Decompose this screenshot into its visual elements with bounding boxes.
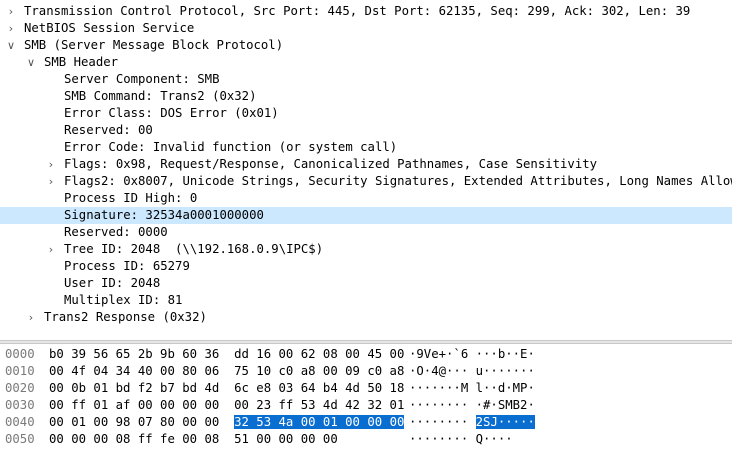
byte-offset: 0010 [5,364,35,378]
chevron-right-icon[interactable]: › [25,309,37,326]
ascii-bytes[interactable]: ·······M l··d·MP· [409,380,535,397]
hex-bytes-unselected[interactable]: 00 01 00 98 07 80 00 00 [49,415,234,429]
tree-row-reserved-2[interactable]: Reserved: 0000 [0,224,732,241]
tree-row-label: Reserved: 00 [64,123,153,137]
tree-row-label: Transmission Control Protocol, Src Port:… [24,4,691,18]
ascii-bytes-selected[interactable]: 2SJ····· [475,415,535,429]
tree-row-label: Trans2 Response (0x32) [44,310,207,324]
packet-bytes-pane[interactable]: 0000 b0 39 56 65 2b 9b 60 36 dd 16 00 62 … [0,346,732,453]
tree-row-tree-id[interactable]: › Tree ID: 2048 (\\192.168.0.9\IPC$) [0,241,732,258]
tree-row-smb-header[interactable]: ∨ SMB Header [0,54,732,71]
tree-row-label: Process ID: 65279 [64,259,190,273]
ascii-bytes[interactable]: ········ ·#·SMB2· [409,397,535,414]
tree-row-trans2-response[interactable]: › Trans2 Response (0x32) [0,309,732,326]
ascii-bytes[interactable]: ········ Q···· [409,431,513,448]
chevron-right-icon[interactable]: › [5,3,17,20]
tree-row-error-class[interactable]: Error Class: DOS Error (0x01) [0,105,732,122]
hex-bytes[interactable]: 00 01 00 98 07 80 00 00 32 53 4a 00 01 0… [49,414,405,431]
hex-bytes[interactable]: 00 00 00 08 ff fe 00 08 51 00 00 00 00 [49,431,338,448]
tree-row-reserved-1[interactable]: Reserved: 00 [0,122,732,139]
tree-row-label: Multiplex ID: 81 [64,293,183,307]
hex-bytes[interactable]: b0 39 56 65 2b 9b 60 36 dd 16 00 62 08 0… [49,346,404,363]
tree-row-label: Signature: 32534a0001000000 [64,208,264,222]
tree-row-smb[interactable]: ∨ SMB (Server Message Block Protocol) [0,37,732,54]
tree-row-label: SMB (Server Message Block Protocol) [24,38,284,52]
chevron-down-icon[interactable]: ∨ [25,54,37,71]
chevron-right-icon[interactable]: › [45,173,57,190]
tree-row-label: Flags2: 0x8007, Unicode Strings, Securit… [64,174,732,188]
tree-row-label: Reserved: 0000 [64,225,168,239]
tree-row-label: Server Component: SMB [64,72,220,86]
tree-row-label: SMB Command: Trans2 (0x32) [64,89,257,103]
tree-row-tcp[interactable]: › Transmission Control Protocol, Src Port… [0,3,732,20]
chevron-right-icon[interactable]: › [45,241,57,258]
tree-row-process-id[interactable]: Process ID: 65279 [0,258,732,275]
bytes-row[interactable]: 0030 00 ff 01 af 00 00 00 00 00 23 ff 53 … [0,397,732,414]
hex-bytes[interactable]: 00 0b 01 bd f2 b7 bd 4d 6c e8 03 64 b4 4… [49,380,404,397]
hex-bytes[interactable]: 00 ff 01 af 00 00 00 00 00 23 ff 53 4d 4… [49,397,404,414]
chevron-right-icon[interactable]: › [45,156,57,173]
ascii-bytes[interactable]: ········ 2SJ····· [409,414,535,431]
tree-row-netbios[interactable]: › NetBIOS Session Service [0,20,732,37]
tree-row-label: SMB Header [44,55,119,69]
chevron-down-icon[interactable]: ∨ [5,37,17,54]
bytes-row[interactable]: 0000 b0 39 56 65 2b 9b 60 36 dd 16 00 62 … [0,346,732,363]
hex-bytes[interactable]: 00 4f 04 34 40 00 80 06 75 10 c0 a8 00 0… [49,363,404,380]
chevron-right-icon[interactable]: › [5,20,17,37]
bytes-row[interactable]: 0020 00 0b 01 bd f2 b7 bd 4d 6c e8 03 64 … [0,380,732,397]
tree-row-signature[interactable]: Signature: 32534a0001000000 [0,207,732,224]
byte-offset: 0050 [5,432,35,446]
tree-row-smb-command[interactable]: SMB Command: Trans2 (0x32) [0,88,732,105]
bytes-row[interactable]: 0050 00 00 00 08 ff fe 00 08 51 00 00 00 … [0,431,732,448]
pane-divider[interactable] [0,340,732,344]
tree-row-label: Error Code: Invalid function (or system … [64,140,398,154]
byte-offset: 0040 [5,415,35,429]
tree-row-server-component[interactable]: Server Component: SMB [0,71,732,88]
ascii-bytes-unselected[interactable]: ········ [409,415,476,429]
tree-row-flags[interactable]: › Flags: 0x98, Request/Response, Canonica… [0,156,732,173]
tree-row-error-code[interactable]: Error Code: Invalid function (or system … [0,139,732,156]
tree-row-label: Error Class: DOS Error (0x01) [64,106,279,120]
tree-row-label: Process ID High: 0 [64,191,198,205]
byte-offset: 0030 [5,398,35,412]
tree-row-user-id[interactable]: User ID: 2048 [0,275,732,292]
hex-bytes-selected[interactable]: 32 53 4a 00 01 00 00 00 [234,415,405,429]
tree-row-process-id-high[interactable]: Process ID High: 0 [0,190,732,207]
bytes-row[interactable]: 0010 00 4f 04 34 40 00 80 06 75 10 c0 a8 … [0,363,732,380]
tree-row-label: NetBIOS Session Service [24,21,195,35]
tree-row-label: Tree ID: 2048 (\\192.168.0.9\IPC$) [64,242,324,256]
ascii-bytes[interactable]: ·O·4@··· u······· [409,363,535,380]
tree-row-label: User ID: 2048 [64,276,161,290]
byte-offset: 0020 [5,381,35,395]
tree-row-multiplex-id[interactable]: Multiplex ID: 81 [0,292,732,309]
tree-row-label: Flags: 0x98, Request/Response, Canonical… [64,157,598,171]
packet-details-pane[interactable]: › Transmission Control Protocol, Src Port… [0,0,732,340]
bytes-row[interactable]: 0040 00 01 00 98 07 80 00 00 32 53 4a 00 … [0,414,732,431]
byte-offset: 0000 [5,347,35,361]
tree-row-flags2[interactable]: › Flags2: 0x8007, Unicode Strings, Securi… [0,173,732,190]
ascii-bytes[interactable]: ·9Ve+·`6 ···b··E· [409,346,535,363]
